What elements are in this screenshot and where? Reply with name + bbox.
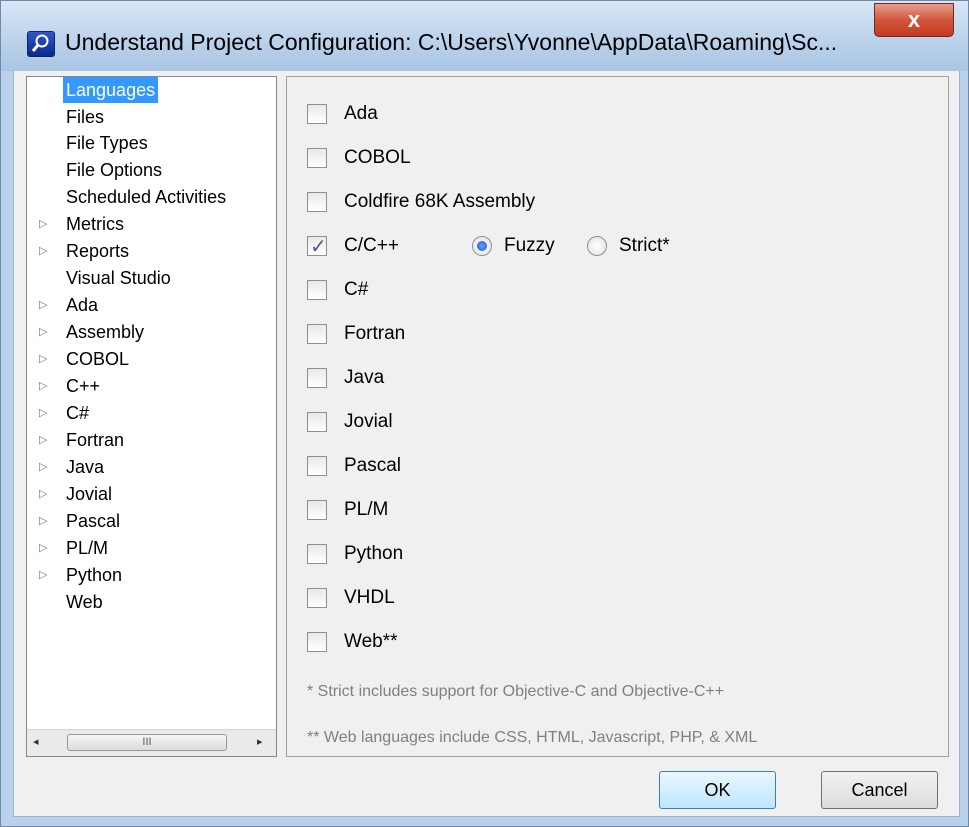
language-checkbox[interactable] bbox=[307, 544, 327, 564]
tree-item-label: Java bbox=[66, 457, 105, 477]
project-configuration-dialog: Understand Project Configuration: C:\Use… bbox=[0, 0, 969, 827]
language-label[interactable]: Jovial bbox=[344, 411, 393, 433]
tree-item-label: C# bbox=[66, 403, 90, 423]
scroll-right-icon[interactable]: ▸ bbox=[257, 735, 263, 748]
language-checkbox[interactable] bbox=[307, 148, 327, 168]
tree-horizontal-scrollbar[interactable]: ◂ III ▸ bbox=[27, 729, 276, 756]
expand-arrow-icon[interactable]: ▷ bbox=[39, 562, 47, 588]
title-bar[interactable]: Understand Project Configuration: C:\Use… bbox=[1, 1, 968, 71]
expand-arrow-icon[interactable]: ▷ bbox=[39, 238, 47, 264]
tree-item-label: Scheduled Activities bbox=[66, 187, 227, 207]
tree-item-label: Ada bbox=[66, 295, 99, 315]
language-checkbox[interactable] bbox=[307, 456, 327, 476]
tree-item-label: Jovial bbox=[66, 484, 113, 504]
tree-item-label: Fortran bbox=[66, 430, 125, 450]
languages-panel: Ada COBOL Coldfire 68K Assembly C/C++ Fuzzy S… bbox=[286, 76, 949, 757]
tree-item-label: Python bbox=[66, 565, 123, 585]
expand-arrow-icon[interactable]: ▷ bbox=[39, 292, 47, 318]
language-label[interactable]: Pascal bbox=[344, 455, 401, 477]
window-title: Understand Project Configuration: C:\Use… bbox=[65, 29, 838, 55]
tree-item-label: Metrics bbox=[66, 214, 124, 234]
tree-item-label: Languages bbox=[63, 77, 159, 103]
language-label[interactable]: C/C++ bbox=[344, 235, 399, 257]
scroll-thumb[interactable]: III bbox=[67, 734, 227, 751]
language-checkbox[interactable] bbox=[307, 234, 327, 259]
language-label[interactable]: C# bbox=[344, 279, 368, 301]
tree-item-label: File Types bbox=[66, 133, 148, 153]
cancel-button[interactable]: Cancel bbox=[821, 771, 938, 809]
close-button[interactable]: x bbox=[874, 3, 954, 37]
tree-item-label: C++ bbox=[66, 376, 101, 396]
footnote-strict: * Strict includes support for Objective-… bbox=[307, 683, 725, 700]
footnote-web: ** Web languages include CSS, HTML, Java… bbox=[307, 729, 758, 746]
tree-item-label: Pascal bbox=[66, 511, 121, 531]
expand-arrow-icon[interactable]: ▷ bbox=[39, 454, 47, 480]
expand-arrow-icon[interactable]: ▷ bbox=[39, 211, 47, 237]
tree-item-label: Reports bbox=[66, 241, 130, 261]
language-checkbox[interactable] bbox=[307, 192, 327, 212]
expand-arrow-icon[interactable]: ▷ bbox=[39, 508, 47, 534]
app-magnifier-icon bbox=[27, 31, 55, 57]
expand-arrow-icon[interactable]: ▷ bbox=[39, 427, 47, 453]
fuzzy-radio-label[interactable]: Fuzzy bbox=[504, 235, 555, 257]
tree-item-label: Web bbox=[66, 592, 103, 612]
expand-arrow-icon[interactable]: ▷ bbox=[39, 535, 47, 561]
strict-radio[interactable] bbox=[587, 236, 607, 256]
tree-item-label: Assembly bbox=[66, 322, 145, 342]
scroll-left-icon[interactable]: ◂ bbox=[33, 735, 39, 748]
language-label[interactable]: Web** bbox=[344, 631, 398, 653]
expand-arrow-icon[interactable]: ▷ bbox=[39, 481, 47, 507]
language-label[interactable]: Fortran bbox=[344, 323, 405, 345]
ok-button[interactable]: OK bbox=[659, 771, 776, 809]
language-checkbox[interactable] bbox=[307, 368, 327, 388]
tree-item-label: Files bbox=[66, 107, 105, 127]
language-label[interactable]: Coldfire 68K Assembly bbox=[344, 191, 535, 213]
tree-item-label: Visual Studio bbox=[66, 268, 171, 288]
language-checkbox[interactable] bbox=[307, 500, 327, 520]
expand-arrow-icon[interactable]: ▷ bbox=[39, 319, 47, 345]
language-label[interactable]: Ada bbox=[344, 103, 378, 125]
language-checkbox[interactable] bbox=[307, 104, 327, 124]
tree-item-label: COBOL bbox=[66, 349, 130, 369]
language-checkbox[interactable] bbox=[307, 588, 327, 608]
expand-arrow-icon[interactable]: ▷ bbox=[39, 373, 47, 399]
fuzzy-radio[interactable] bbox=[472, 236, 492, 256]
language-label[interactable]: PL/M bbox=[344, 499, 388, 521]
close-icon: x bbox=[907, 7, 921, 32]
language-label[interactable]: VHDL bbox=[344, 587, 395, 609]
expand-arrow-icon[interactable]: ▷ bbox=[39, 400, 47, 426]
language-label[interactable]: COBOL bbox=[344, 147, 411, 169]
language-checkbox[interactable] bbox=[307, 632, 327, 652]
expand-arrow-icon[interactable]: ▷ bbox=[39, 346, 47, 372]
language-label[interactable]: Java bbox=[344, 367, 384, 389]
dialog-body: Languages Files File Types File Options Sche… bbox=[13, 71, 960, 817]
language-checkbox[interactable] bbox=[307, 280, 327, 300]
tree-item-label: File Options bbox=[66, 160, 163, 180]
language-checkbox[interactable] bbox=[307, 412, 327, 432]
language-checkbox[interactable] bbox=[307, 324, 327, 344]
language-label[interactable]: Python bbox=[344, 543, 403, 565]
tree-item-label: PL/M bbox=[66, 538, 109, 558]
category-tree: Languages Files File Types File Options Sche… bbox=[26, 76, 277, 757]
strict-radio-label[interactable]: Strict* bbox=[619, 235, 670, 257]
